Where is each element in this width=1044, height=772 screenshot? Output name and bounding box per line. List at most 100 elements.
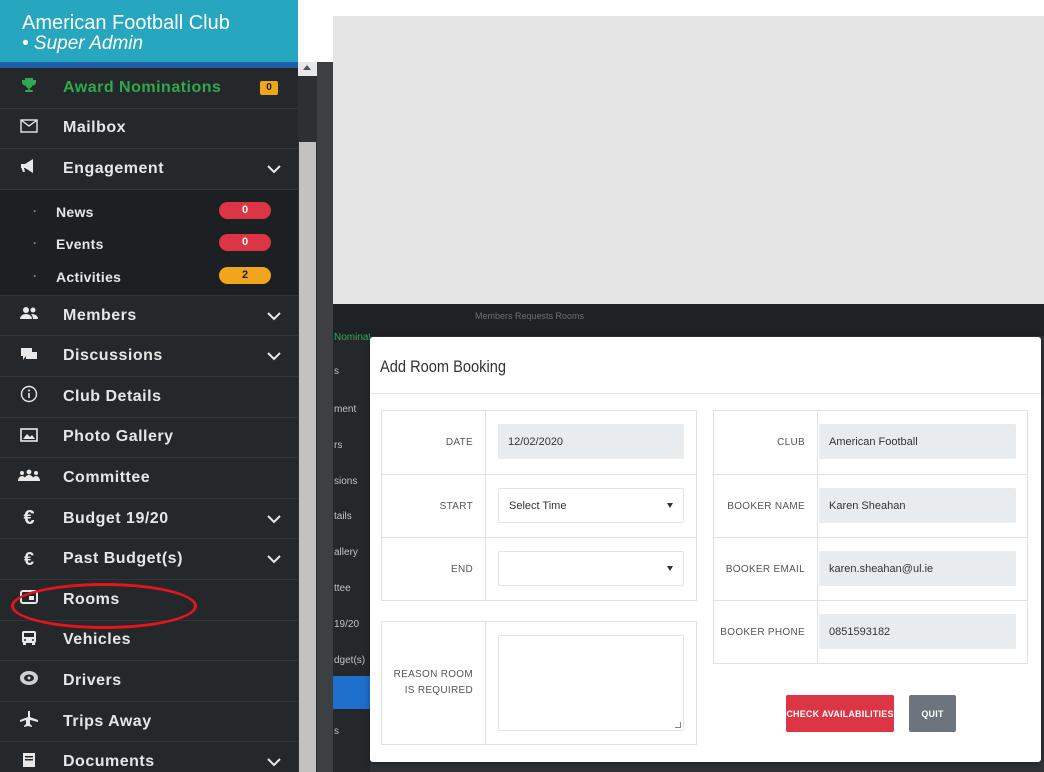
scroll-up-button[interactable] bbox=[298, 62, 317, 76]
background-sidebar-item: allery bbox=[334, 547, 358, 558]
background-topbar bbox=[333, 304, 1044, 336]
sidebar-item-label: Committee bbox=[63, 468, 151, 486]
sidebar-item-label: Engagement bbox=[63, 159, 165, 177]
news-count-badge: 0 bbox=[219, 201, 271, 219]
sidebar-item-committee[interactable]: Committee bbox=[0, 458, 298, 499]
info-icon bbox=[18, 385, 40, 408]
sidebar-item-vehicles[interactable]: Vehicles bbox=[0, 621, 298, 662]
chevron-down-icon bbox=[267, 555, 281, 564]
chevron-down-icon bbox=[267, 165, 281, 174]
reason-row: REASON ROOM IS REQUIRED bbox=[382, 622, 696, 744]
sidebar-item-award-nominations[interactable]: Award Nominations 0 bbox=[0, 68, 298, 109]
dropdown-arrow-icon bbox=[667, 566, 673, 571]
sidebar-item-engagement[interactable]: Engagement bbox=[0, 149, 298, 190]
background-sidebar-item: ment bbox=[334, 404, 357, 415]
submenu-item-label: Events bbox=[56, 235, 104, 252]
sidebar-item-label: Award Nominations bbox=[63, 78, 222, 96]
resize-handle-icon[interactable] bbox=[675, 722, 681, 728]
chevron-down-icon bbox=[267, 758, 281, 767]
booker-name-field[interactable]: Karen Sheahan bbox=[819, 488, 1016, 523]
sidebar-item-discussions[interactable]: Discussions bbox=[0, 336, 298, 377]
end-time-select[interactable] bbox=[498, 551, 684, 586]
modal-title: Add Room Booking bbox=[380, 357, 506, 376]
club-field[interactable]: American Football bbox=[819, 424, 1016, 459]
background-sidebar-item: sions bbox=[334, 476, 358, 487]
background-topbar-text: Members Requests Rooms bbox=[475, 311, 585, 321]
club-label: CLUB bbox=[714, 411, 818, 474]
sidebar-item-mailbox[interactable]: Mailbox bbox=[0, 109, 298, 150]
sidebar-nav: Award Nominations 0 Mailbox Engagement · bbox=[0, 68, 298, 772]
sidebar-item-club-details[interactable]: Club Details bbox=[0, 377, 298, 418]
euro-icon: € bbox=[23, 548, 34, 569]
screen: Members Requests Rooms Nominatio s ment … bbox=[0, 0, 1044, 772]
engagement-submenu: · News 0 · Events 0 · Activities 2 bbox=[0, 189, 298, 296]
start-time-value: Select Time bbox=[509, 499, 567, 512]
background-sidebar-item: rs bbox=[334, 440, 343, 451]
sidebar-item-past-budgets[interactable]: € Past Budget(s) bbox=[0, 539, 298, 580]
booker-name-row: BOOKER NAME Karen Sheahan bbox=[714, 475, 1027, 538]
sidebar-item-label: Discussions bbox=[63, 347, 163, 365]
submenu-item-activities[interactable]: · Activities 2 bbox=[0, 263, 298, 293]
quit-button[interactable]: QUIT bbox=[909, 695, 956, 732]
booker-phone-label: BOOKER PHONE bbox=[714, 601, 818, 663]
bullet-icon: · bbox=[33, 235, 37, 250]
sidebar-item-photo-gallery[interactable]: Photo Gallery bbox=[0, 418, 298, 459]
check-availabilities-button[interactable]: CHECK AVAILABILITIES bbox=[786, 695, 894, 732]
background-sidebar-item: s bbox=[334, 366, 339, 377]
sidebar: American Football Club • Super Admin Awa… bbox=[0, 0, 298, 772]
date-label: DATE bbox=[382, 411, 486, 474]
sidebar-scrollbar-thumb[interactable] bbox=[299, 142, 316, 772]
document-icon bbox=[18, 752, 40, 772]
trophy-icon bbox=[18, 77, 40, 98]
reason-textarea[interactable] bbox=[498, 635, 684, 731]
room-icon bbox=[18, 589, 40, 610]
sidebar-item-label: Trips Away bbox=[63, 712, 152, 730]
sidebar-item-label: Drivers bbox=[63, 671, 122, 689]
booker-email-label: BOOKER EMAIL bbox=[714, 538, 818, 600]
sidebar-item-members[interactable]: Members bbox=[0, 296, 298, 337]
booker-phone-row: BOOKER PHONE 0851593182 bbox=[714, 601, 1027, 663]
steering-icon bbox=[18, 670, 40, 691]
sidebar-item-label: Club Details bbox=[63, 387, 162, 405]
euro-icon: € bbox=[23, 507, 35, 530]
background-sidebar-item: ttee bbox=[334, 583, 351, 594]
end-label: END bbox=[382, 538, 486, 600]
sidebar-item-label: Rooms bbox=[63, 590, 120, 608]
sidebar-item-label: Mailbox bbox=[63, 119, 127, 137]
sidebar-item-label: Past Budget(s) bbox=[63, 550, 183, 568]
club-row: CLUB American Football bbox=[714, 411, 1027, 475]
sidebar-item-drivers[interactable]: Drivers bbox=[0, 661, 298, 702]
award-count-badge: 0 bbox=[260, 81, 278, 95]
chevron-down-icon bbox=[267, 312, 281, 321]
booker-email-row: BOOKER EMAIL karen.sheahan@ul.ie bbox=[714, 538, 1027, 601]
end-row: END bbox=[382, 538, 696, 600]
booker-phone-field[interactable]: 0851593182 bbox=[819, 614, 1016, 649]
club-title: American Football Club bbox=[22, 12, 230, 34]
background-sidebar-item: s bbox=[334, 726, 339, 737]
sidebar-item-budget[interactable]: € Budget 19/20 bbox=[0, 499, 298, 540]
date-field[interactable]: 12/02/2020 bbox=[498, 424, 684, 459]
submenu-item-news[interactable]: · News 0 bbox=[0, 198, 298, 228]
sidebar-item-label: Documents bbox=[63, 753, 155, 771]
sidebar-item-label: Budget 19/20 bbox=[63, 509, 169, 527]
bullet-icon: · bbox=[33, 268, 37, 283]
modal-header: Add Room Booking bbox=[370, 337, 1041, 394]
start-time-select[interactable]: Select Time bbox=[498, 488, 684, 523]
background-sidebar-item: dget(s) bbox=[334, 655, 366, 666]
sidebar-item-rooms[interactable]: Rooms bbox=[0, 580, 298, 621]
sidebar-item-documents[interactable]: Documents bbox=[0, 742, 298, 772]
sidebar-header: American Football Club • Super Admin bbox=[0, 0, 298, 62]
sidebar-item-trips-away[interactable]: Trips Away bbox=[0, 702, 298, 743]
booker-email-field[interactable]: karen.sheahan@ul.ie bbox=[819, 551, 1016, 586]
submenu-item-events[interactable]: · Events 0 bbox=[0, 230, 298, 260]
activities-count-badge: 2 bbox=[219, 266, 271, 284]
plane-icon bbox=[18, 711, 40, 732]
chat-icon bbox=[18, 346, 40, 367]
background-active-item bbox=[333, 676, 370, 709]
sidebar-item-label: Members bbox=[63, 306, 137, 324]
megaphone-icon bbox=[18, 158, 40, 179]
bullet-icon: · bbox=[33, 203, 37, 218]
empty-content-area bbox=[333, 16, 1044, 304]
booker-details-table: CLUB American Football BOOKER NAME Karen… bbox=[713, 410, 1028, 664]
reason-label: REASON ROOM IS REQUIRED bbox=[382, 622, 486, 744]
